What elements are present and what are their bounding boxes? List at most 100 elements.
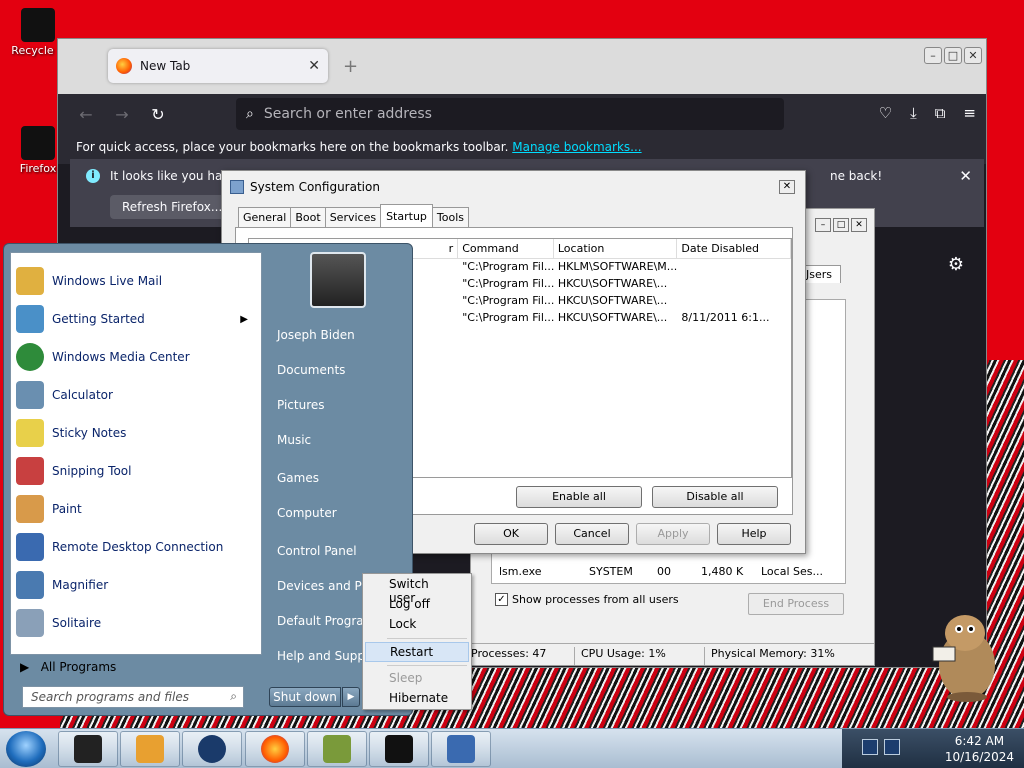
tab-tools[interactable]: Tools [431,207,470,228]
place-music[interactable]: Music [277,433,311,447]
tab-new-tab[interactable]: New Tab ✕ [108,49,328,83]
place-help-support[interactable]: Help and Suppo [277,649,372,663]
notice-close-icon[interactable]: ✕ [959,167,972,185]
taskbar-app-1[interactable] [58,731,118,767]
column-header-location[interactable]: Location [554,239,678,258]
taskbar-app-terminal[interactable] [369,731,429,767]
minimize-button[interactable]: – [924,47,942,64]
tab-close-icon[interactable]: ✕ [308,58,320,74]
tab-boot[interactable]: Boot [290,207,326,228]
program-magnifier[interactable]: Magnifier [16,569,256,601]
tray-icons [862,739,900,755]
table-row[interactable]: lsm.exe SYSTEM 00 1,480 K Local Ses... [499,565,839,578]
start-menu: Windows Live Mail Getting Started ▶ Wind… [3,243,413,716]
program-solitaire[interactable]: Solitaire [16,607,256,639]
refresh-firefox-button[interactable]: Refresh Firefox... [110,195,235,219]
place-computer[interactable]: Computer [277,506,337,520]
shutdown-button[interactable]: Shut down [269,687,341,707]
taskbar-app-media-player[interactable] [120,731,180,767]
forward-arrow-icon[interactable]: → [104,105,140,124]
program-getting-started[interactable]: Getting Started ▶ [16,303,256,335]
place-user[interactable]: Joseph Biden [277,328,355,342]
menu-hamburger-icon[interactable]: ≡ [963,104,976,122]
disable-all-button[interactable]: Disable all [652,486,778,508]
submenu-arrow-icon: ▶ [240,313,248,325]
place-pictures[interactable]: Pictures [277,398,325,412]
shutdown-options-arrow-icon[interactable]: ▶ [342,687,360,707]
new-tab-plus-icon[interactable]: + [343,56,358,77]
taskbar-app-globe[interactable] [182,731,242,767]
program-sticky-notes[interactable]: Sticky Notes [16,417,256,449]
close-button[interactable]: ✕ [964,47,982,64]
volume-icon[interactable] [884,739,900,755]
extensions-icon[interactable]: ⧉ [935,104,946,122]
menu-item-switch-user[interactable]: Switch user [365,575,469,605]
menu-item-hibernate[interactable]: Hibernate [365,689,469,709]
back-arrow-icon[interactable]: ← [68,105,104,124]
tab-users[interactable]: Jsers [801,265,841,283]
taskbar-app-box[interactable] [307,731,367,767]
help-button[interactable]: Help [717,523,791,545]
firefox-titlebar: New Tab ✕ + – □ ✕ [58,39,986,94]
cancel-button[interactable]: Cancel [555,523,629,545]
tab-services[interactable]: Services [324,207,382,228]
clock[interactable]: 6:42 AM 10/16/2024 [945,733,1014,765]
solitaire-cards-icon [16,609,44,637]
search-icon: ⌕ [230,689,237,703]
reload-icon[interactable]: ↻ [140,105,176,124]
show-all-users-checkbox[interactable]: ✓ Show processes from all users [495,593,679,606]
menu-item-sleep[interactable]: Sleep [365,669,469,689]
enable-all-button[interactable]: Enable all [516,486,642,508]
toolbar-right: ♡ ⤓ ⧉ ≡ [879,104,976,122]
all-programs-button[interactable]: ▶ All Programs [10,657,262,679]
program-calculator[interactable]: Calculator [16,379,256,411]
app-icon [74,735,102,763]
address-bar[interactable]: ⌕ Search or enter address [236,98,784,130]
column-header-command[interactable]: Command [458,239,554,258]
menu-item-log-off[interactable]: Log off [365,595,469,615]
menu-item-lock[interactable]: Lock [365,615,469,635]
download-icon[interactable]: ⤓ [910,104,917,122]
firefox-desktop-icon [21,126,55,160]
scissors-icon [16,457,44,485]
program-snipping-tool[interactable]: Snipping Tool [16,455,256,487]
pocket-icon[interactable]: ♡ [879,104,892,122]
start-orb-button[interactable] [6,731,46,767]
taskbar-app-firefox[interactable] [245,731,305,767]
task-manager-controls: – □ ✕ [815,218,867,232]
recycle-bin-icon [21,8,55,42]
tab-general[interactable]: General [238,207,292,228]
program-windows-live-mail[interactable]: Windows Live Mail [16,265,256,297]
gear-icon[interactable]: ⚙ [948,254,964,275]
media-center-icon [16,343,44,371]
manage-bookmarks-link[interactable]: Manage bookmarks... [512,140,641,154]
program-windows-media-center[interactable]: Windows Media Center [16,341,256,373]
ok-button[interactable]: OK [474,523,548,545]
sticky-notes-icon [16,419,44,447]
hamster-desktop-pet[interactable] [925,605,1005,705]
status-cpu: CPU Usage: 1% [575,647,705,665]
minimize-button[interactable]: – [815,218,831,232]
place-control-panel[interactable]: Control Panel [277,544,357,558]
column-header-date-disabled[interactable]: Date Disabled [677,239,791,258]
end-process-button[interactable]: End Process [748,593,844,615]
msconfig-icon [230,180,244,194]
power-options-menu: Switch user Log off Lock Restart Sleep H… [362,573,472,710]
menu-item-restart[interactable]: Restart [365,642,469,662]
place-games[interactable]: Games [277,471,319,485]
clock-time: 6:42 AM [954,734,1005,748]
tab-startup[interactable]: Startup [380,204,433,228]
close-button[interactable]: ✕ [779,180,795,194]
search-programs-input[interactable]: Search programs and files ⌕ [22,686,244,708]
apply-button[interactable]: Apply [636,523,710,545]
network-icon[interactable] [862,739,878,755]
taskbar-app-task-manager[interactable] [431,731,491,767]
place-documents[interactable]: Documents [277,363,345,377]
close-button[interactable]: ✕ [851,218,867,232]
user-avatar[interactable] [310,252,366,308]
program-paint[interactable]: Paint [16,493,256,525]
program-remote-desktop[interactable]: Remote Desktop Connection [16,531,256,563]
maximize-button[interactable]: □ [833,218,849,232]
maximize-button[interactable]: □ [944,47,962,64]
place-default-programs[interactable]: Default Program [277,614,375,628]
